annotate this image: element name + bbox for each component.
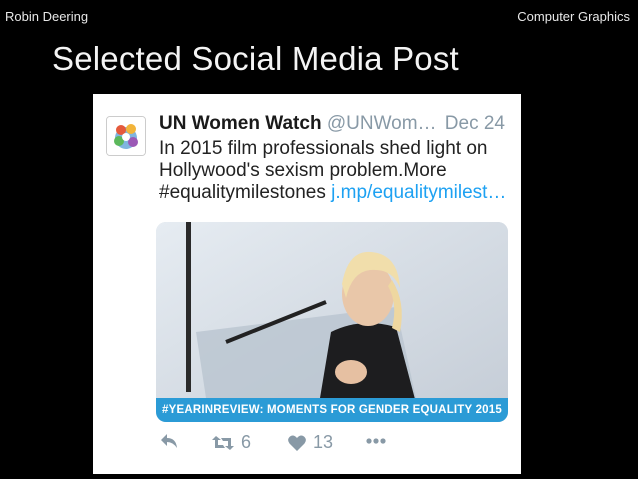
more-icon [366,438,386,444]
un-women-avatar[interactable] [106,116,146,156]
tweet-text-line: #equalitymilestones j.mp/equalitymilest… [159,182,515,204]
reply-button[interactable] [159,432,179,450]
slide-title: Selected Social Media Post [52,40,459,77]
tweet-text-line: Hollywood's sexism problem.More [159,160,447,181]
like-button[interactable]: 13 [287,432,333,453]
tweet-date[interactable]: Dec 24 [445,112,505,135]
course-name: Computer Graphics [517,9,630,24]
speaker-photo [156,222,508,422]
tweet-author-name[interactable]: UN Women Watch [159,113,322,134]
tweet-link[interactable]: j.mp/equalitymilest… [331,182,506,203]
tweet-header: UN Women Watch @UNWom… Dec 24 [159,112,509,135]
retweet-icon [212,435,234,450]
tweet-text: In 2015 film professionals shed light on… [159,138,515,204]
tweet-handle[interactable]: @UNWom… [327,113,437,134]
heart-icon [288,435,306,451]
more-button[interactable] [365,432,387,450]
avatar-logo-icon [107,117,145,155]
reply-icon [161,434,177,448]
tweet-actions: 6 13 [159,432,489,456]
like-count: 13 [313,432,334,452]
tweet-hashtag[interactable]: #equalitymilestones [159,182,326,203]
tweet-card[interactable]: UN Women Watch @UNWom… Dec 24 In 2015 fi… [93,94,521,474]
retweet-count: 6 [241,432,252,452]
tweet-text-line: In 2015 film professionals shed light on [159,138,488,159]
media-caption-banner: #YEARINREVIEW: MOMENTS FOR GENDER EQUALI… [156,398,508,422]
presenter-name: Robin Deering [5,9,89,24]
retweet-button[interactable]: 6 [211,432,251,453]
tweet-media-image[interactable]: #YEARINREVIEW: MOMENTS FOR GENDER EQUALI… [156,222,508,422]
